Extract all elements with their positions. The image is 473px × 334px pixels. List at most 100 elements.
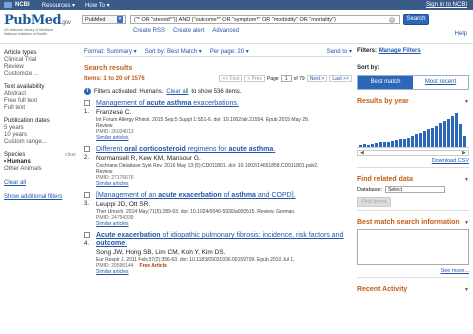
per-page-dropdown[interactable]: Per page: 20 ▾	[210, 48, 249, 55]
filter-free-full-text[interactable]: Free full text	[4, 98, 76, 105]
search-button[interactable]: Search	[403, 14, 429, 25]
result-checkbox[interactable]	[84, 146, 90, 152]
filter-group-species: Species clear Humans Other Animals	[4, 152, 76, 173]
year-bar[interactable]	[439, 123, 442, 147]
year-bar[interactable]	[459, 124, 462, 147]
similar-articles-link[interactable]: Similar articles	[96, 269, 352, 275]
year-bar[interactable]	[415, 134, 418, 147]
similar-articles-link[interactable]: Similar articles	[96, 135, 352, 141]
filter-other-animals[interactable]: Other Animals	[4, 166, 76, 173]
filter-customize-article-types[interactable]: Customize ...	[4, 71, 76, 78]
result-title-link[interactable]: Management of acute asthma exacerbations…	[96, 100, 352, 108]
sort-dropdown[interactable]: Sort by: Best Match ▾	[145, 48, 202, 55]
year-bar[interactable]	[447, 118, 450, 147]
year-bar[interactable]	[451, 115, 454, 147]
year-bar[interactable]	[379, 142, 382, 147]
year-bar[interactable]	[359, 145, 362, 147]
result-checkbox[interactable]	[84, 100, 90, 106]
info-icon: i	[84, 88, 91, 95]
result-checkbox[interactable]	[84, 232, 90, 238]
format-dropdown[interactable]: Format: Summary ▾	[84, 48, 137, 55]
sort-most-recent-button[interactable]: Most recent	[413, 76, 468, 89]
result-checkbox[interactable]	[84, 192, 90, 198]
year-bar[interactable]	[367, 144, 370, 147]
year-bar[interactable]	[463, 135, 466, 147]
filter-humans[interactable]: Humans	[4, 159, 76, 166]
year-bar[interactable]	[427, 129, 430, 147]
see-more-link[interactable]: See more...	[357, 268, 473, 274]
filter-clinical-trial[interactable]: Clinical Trial	[4, 57, 76, 64]
year-bar[interactable]	[431, 128, 434, 147]
filter-abstract[interactable]: Abstract	[4, 91, 76, 98]
year-bar[interactable]	[395, 140, 398, 147]
last-page-button[interactable]: Last >>	[329, 75, 352, 82]
year-bar[interactable]	[391, 140, 394, 147]
similar-articles-link[interactable]: Similar articles	[96, 181, 352, 187]
resources-menu[interactable]: Resources ▾	[42, 2, 75, 9]
free-article-badge[interactable]: Free Article	[140, 263, 167, 269]
collapse-caret-icon: ▼	[464, 176, 469, 183]
year-bar[interactable]	[455, 112, 458, 147]
prev-page-button[interactable]: < Prev	[244, 75, 265, 82]
result-number: 4.	[84, 241, 90, 247]
year-bar[interactable]	[423, 131, 426, 147]
year-bar[interactable]	[411, 135, 414, 147]
sign-in-link[interactable]: Sign in to NCBI	[426, 2, 467, 8]
manage-filters-link[interactable]: Manage Filters	[379, 48, 421, 54]
database-row: Database: Select	[357, 186, 473, 193]
year-bar[interactable]	[403, 138, 406, 147]
year-bar[interactable]	[371, 143, 374, 147]
find-related-data-panel-title[interactable]: Find related data ▼	[357, 176, 473, 183]
year-bar[interactable]	[399, 139, 402, 147]
year-bar[interactable]	[387, 142, 390, 147]
result-title-part: and COPD].	[255, 192, 296, 199]
related-database-select[interactable]: Select	[385, 186, 446, 193]
year-bar[interactable]	[375, 143, 378, 147]
show-additional-filters-link[interactable]: Show additional filters	[4, 193, 76, 201]
recent-activity-panel-title[interactable]: Recent Activity ▼	[357, 286, 473, 293]
filter-note-clear-all-link[interactable]: Clear all	[166, 89, 188, 95]
year-bar[interactable]	[443, 121, 446, 147]
year-bar[interactable]	[419, 132, 422, 147]
filter-5-years[interactable]: 5 years	[4, 125, 76, 132]
result-title-link[interactable]: [Management of an acute exacerbation of …	[96, 192, 352, 200]
page-input[interactable]: 1	[280, 75, 292, 82]
year-bar[interactable]	[363, 144, 366, 147]
filter-10-years[interactable]: 10 years	[4, 132, 76, 139]
scroll-right-icon[interactable]: ▶	[462, 151, 466, 156]
pubmed-logo-word: PubMed	[4, 13, 62, 28]
results-heading: Search results	[84, 65, 133, 72]
filter-full-text[interactable]: Full text	[4, 105, 76, 112]
year-chart-scrollbar[interactable]: ◀ ▶	[357, 150, 469, 156]
create-alert-link[interactable]: Create alert	[173, 28, 204, 34]
year-bar[interactable]	[407, 137, 410, 147]
filter-review[interactable]: Review	[4, 64, 76, 71]
year-bar[interactable]	[435, 126, 438, 147]
pubmed-logo[interactable]: PubMed.gov US National Library of Medici…	[4, 13, 74, 36]
best-match-info-panel-title[interactable]: Best match search information ▼	[357, 219, 473, 226]
help-link[interactable]: Help	[455, 31, 467, 37]
result-title-part: exacerbations.	[191, 100, 239, 107]
first-page-button[interactable]: << First	[219, 75, 243, 82]
download-csv-link[interactable]: Download CSV	[357, 158, 473, 164]
find-items-button[interactable]: Find items	[357, 197, 391, 207]
filter-custom-range[interactable]: Custom range...	[4, 139, 76, 146]
advanced-link[interactable]: Advanced	[212, 28, 239, 34]
send-to-dropdown[interactable]: Send to ▾	[327, 48, 352, 55]
clear-all-filters-link[interactable]: Clear all	[4, 179, 76, 187]
sort-best-match-button[interactable]: Best match	[358, 76, 413, 89]
search-input[interactable]: ("* OR "steroid*")) AND ("outcome*" OR "…	[130, 15, 400, 24]
scroll-left-icon[interactable]: ◀	[360, 151, 364, 156]
similar-articles-link[interactable]: Similar articles	[96, 221, 352, 227]
create-rss-link[interactable]: Create RSS	[133, 28, 165, 34]
results-by-year-panel-title[interactable]: Results by year ▼	[357, 98, 473, 105]
species-clear-link[interactable]: clear	[65, 152, 76, 159]
year-bar[interactable]	[383, 141, 386, 147]
how-to-menu[interactable]: How To ▾	[85, 2, 110, 9]
result-title-link[interactable]: Acute exacerbation of idiopathic pulmona…	[96, 232, 352, 248]
result-title-link[interactable]: Different oral corticosteroid regimens f…	[96, 146, 352, 154]
next-page-button[interactable]: Next >	[306, 75, 328, 82]
database-select[interactable]: PubMed ▾	[82, 15, 126, 24]
clear-query-icon[interactable]: ×	[389, 17, 395, 23]
ncbi-logo[interactable]: NCBI	[4, 2, 30, 8]
